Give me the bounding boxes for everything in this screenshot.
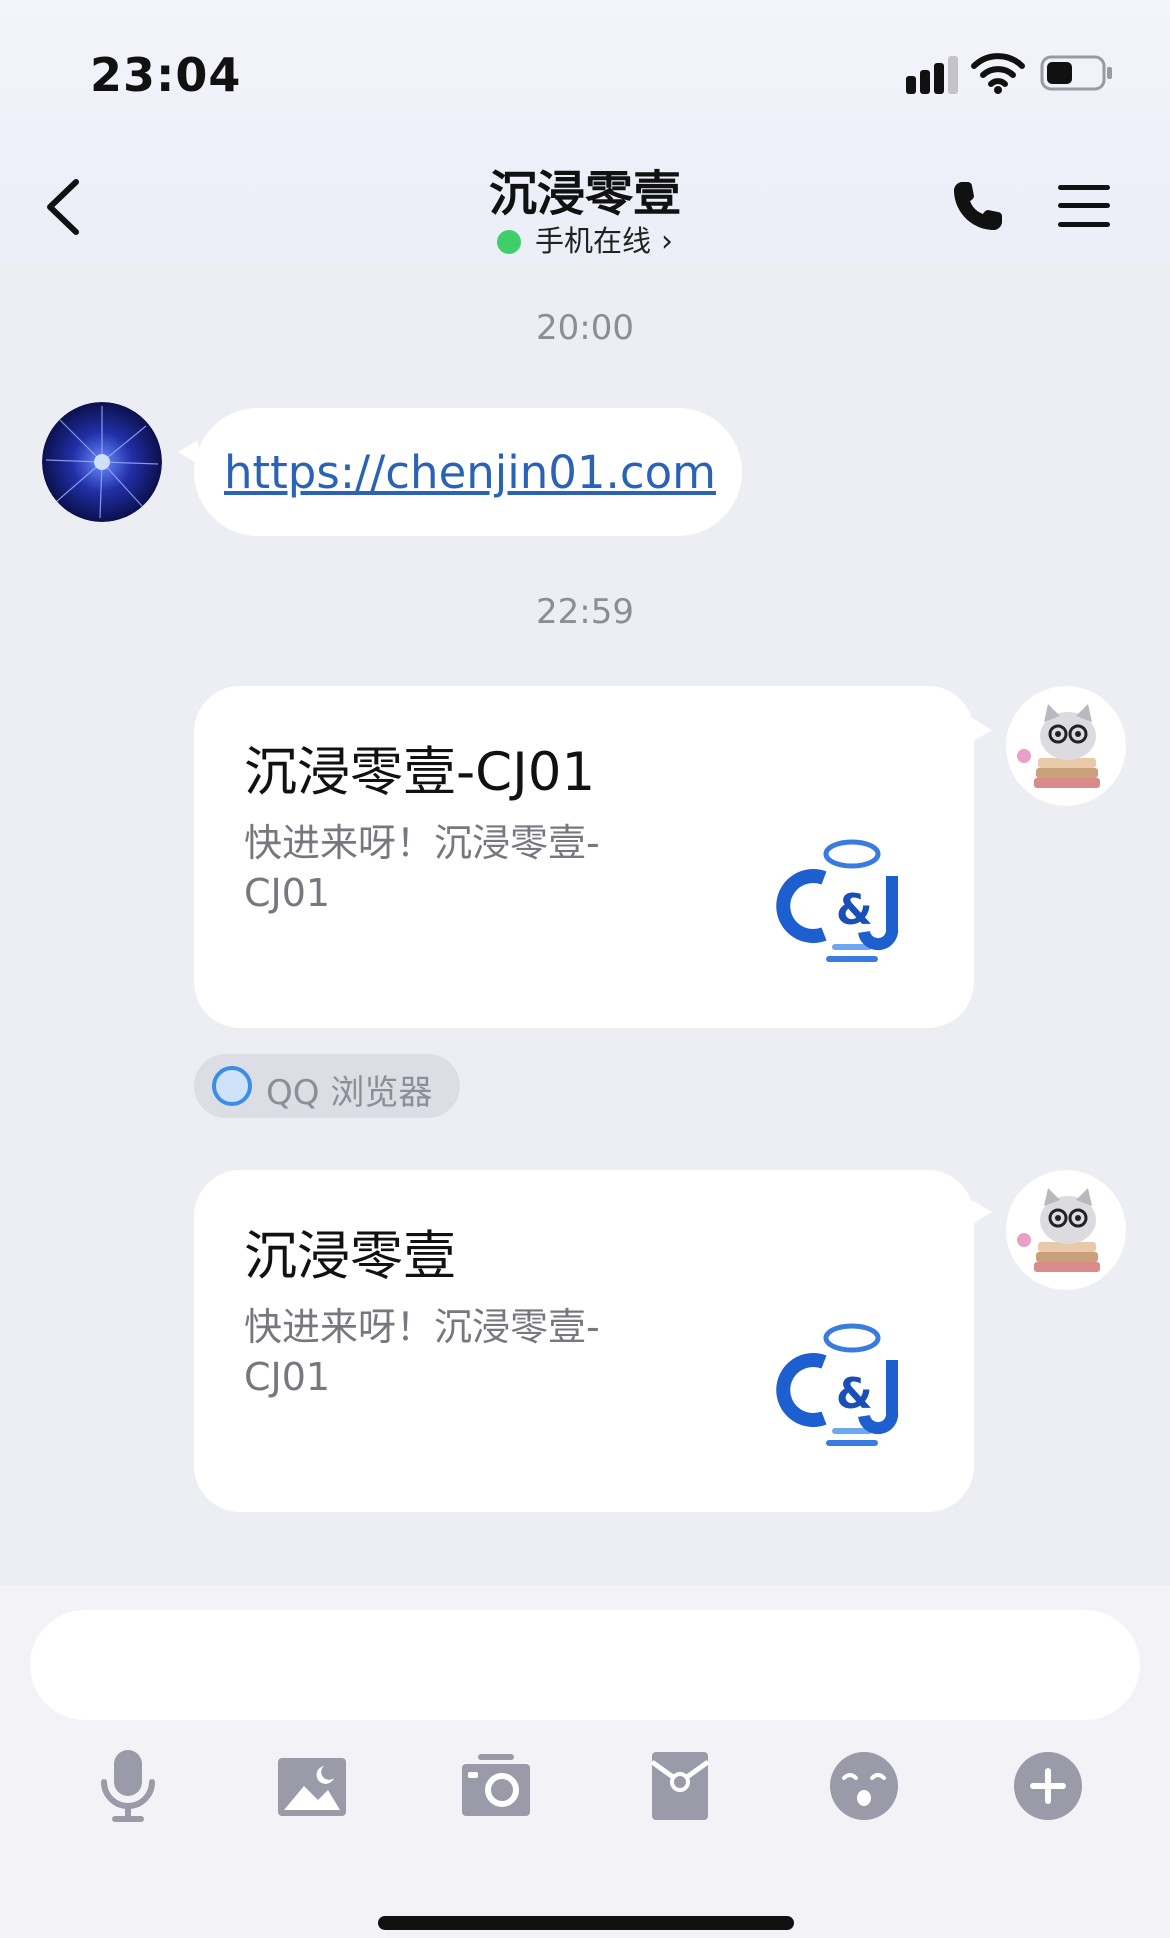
share-card-description: 快进来呀！沉浸零壹-CJ01 [244, 821, 600, 915]
microphone-icon[interactable] [88, 1746, 168, 1826]
bubble-tail [972, 718, 992, 742]
qq-browser-icon [212, 1066, 252, 1106]
online-dot-icon [496, 230, 521, 254]
message-link[interactable]: https://chenjin01.com [224, 446, 716, 499]
share-card[interactable]: 沉浸零壹-CJ01 快进来呀！沉浸零壹-CJ01 & [194, 686, 974, 1028]
cat-avatar-image [1006, 1170, 1126, 1290]
image-icon[interactable] [272, 1746, 352, 1826]
wifi-icon [971, 53, 1025, 94]
menu-button[interactable] [1056, 182, 1112, 230]
contact-avatar-image [42, 402, 162, 522]
status-time: 23:04 [90, 48, 242, 102]
cellular-signal-icon [906, 56, 958, 94]
link-message-bubble[interactable]: https://chenjin01.com [194, 408, 742, 536]
chevron-right-icon: › [661, 224, 673, 259]
plus-icon[interactable] [1008, 1746, 1088, 1826]
source-app-label: QQ 浏览器 [266, 1073, 433, 1113]
svg-text:&: & [836, 885, 873, 934]
share-card[interactable]: 沉浸零壹 快进来呀！沉浸零壹-CJ01 & [194, 1170, 974, 1512]
chat-screen: 23:04 沉浸零壹 手机在线 › 20:00 https://chenjin0… [0, 0, 1170, 1938]
cj01-logo-thumbnail: & [776, 839, 899, 962]
message-input[interactable] [30, 1610, 1140, 1720]
emoji-icon[interactable] [824, 1746, 904, 1826]
presence-label: 手机在线 [534, 224, 651, 258]
svg-text:&: & [836, 1369, 873, 1418]
message-timestamp: 20:00 [536, 308, 634, 348]
input-area [0, 1586, 1170, 1938]
cj01-logo-thumbnail: & [776, 1323, 899, 1446]
my-avatar[interactable] [1006, 1170, 1126, 1290]
share-card-title: 沉浸零壹-CJ01 [244, 742, 596, 803]
contact-avatar[interactable] [42, 402, 162, 522]
message-timestamp: 22:59 [536, 592, 634, 632]
source-app-pill[interactable]: QQ 浏览器 [194, 1054, 460, 1118]
battery-icon [1040, 55, 1112, 91]
bubble-tail [972, 1200, 992, 1224]
cat-avatar-image [1006, 686, 1126, 806]
phone-call-button[interactable] [950, 178, 1006, 234]
home-indicator [378, 1916, 794, 1930]
share-card-title: 沉浸零壹 [244, 1226, 456, 1287]
share-card-description: 快进来呀！沉浸零壹-CJ01 [244, 1305, 600, 1399]
my-avatar[interactable] [1006, 686, 1126, 806]
top-bar: 23:04 沉浸零壹 手机在线 › [0, 0, 1170, 262]
camera-icon[interactable] [456, 1746, 536, 1826]
red-packet-icon[interactable] [640, 1746, 720, 1826]
